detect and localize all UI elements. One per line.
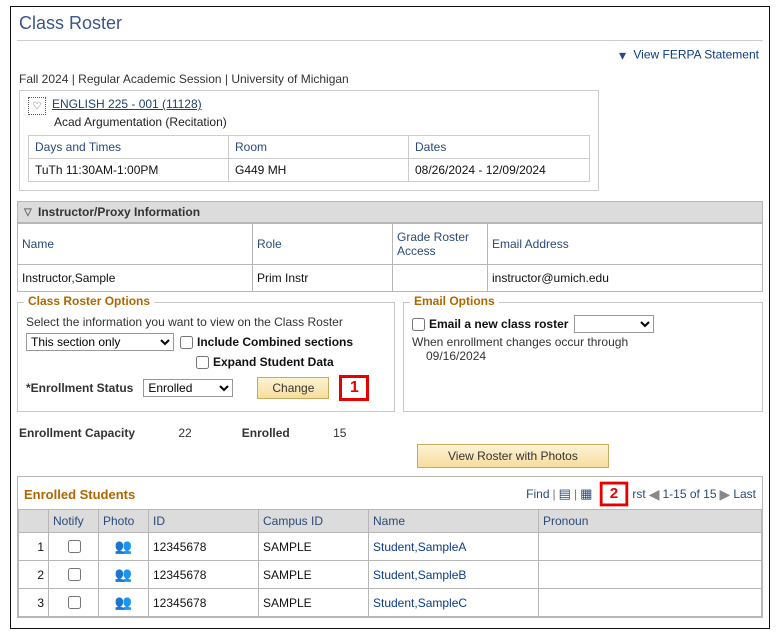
page-title: Class Roster — [17, 11, 763, 41]
dates-value: 08/26/2024 - 12/09/2024 — [409, 159, 590, 182]
ferpa-tag-icon: ▾ — [619, 47, 626, 64]
instructor-section-title: Instructor/Proxy Information — [38, 205, 200, 219]
col-campus-header: Campus ID — [259, 510, 369, 533]
email-options: Email Options Email a new class roster W… — [403, 302, 763, 412]
view-ferpa-link[interactable]: View FERPA Statement — [633, 48, 759, 62]
instructor-table: Name Role Grade Roster Access Email Addr… — [17, 223, 763, 292]
email-legend: Email Options — [410, 294, 499, 308]
email-new-roster-label: Email a new class roster — [429, 317, 568, 331]
email-new-roster-input[interactable] — [412, 318, 425, 331]
next-arrow-icon[interactable]: ▶ — [720, 486, 731, 503]
prev-arrow-icon[interactable]: ◀ — [649, 486, 660, 503]
email-new-roster-checkbox[interactable]: Email a new class roster — [412, 317, 568, 331]
favorite-icon[interactable]: ♡ — [28, 97, 46, 115]
view-roster-photos-button[interactable]: View Roster with Photos — [417, 444, 609, 468]
export-icon[interactable]: ▦ — [580, 486, 592, 502]
capacity-label: Enrollment Capacity — [19, 426, 135, 440]
table-row: 2 👥 12345678SAMPLE Student,SampleB — [19, 561, 762, 589]
instr-email: instructor@umich.edu — [488, 265, 763, 292]
notify-checkbox[interactable] — [68, 540, 81, 553]
days-value: TuTh 11:30AM-1:00PM — [29, 159, 229, 182]
session-line: Fall 2024 | Regular Academic Session | U… — [19, 72, 761, 86]
enrolled-label: Enrolled — [242, 426, 290, 440]
campus-id: SAMPLE — [259, 533, 369, 561]
student-name-link[interactable]: Student,SampleC — [373, 596, 467, 610]
student-id: 12345678 — [149, 561, 259, 589]
course-subtitle: Acad Argumentation (Recitation) — [54, 115, 590, 129]
row-index: 2 — [19, 561, 49, 589]
student-name-link[interactable]: Student,SampleB — [373, 568, 466, 582]
collapse-icon[interactable]: ▽ — [24, 207, 34, 217]
course-link[interactable]: ENGLISH 225 - 001 (11128) — [52, 97, 202, 111]
col-photo-header: Photo — [99, 510, 149, 533]
separator-2: | — [574, 487, 577, 501]
include-combined-input[interactable] — [180, 336, 193, 349]
student-id: 12345678 — [149, 589, 259, 617]
notify-checkbox[interactable] — [68, 596, 81, 609]
instr-access — [393, 265, 488, 292]
expand-student-data-input[interactable] — [196, 356, 209, 369]
enrollment-status-select[interactable]: Enrolled — [143, 379, 233, 397]
room-value: G449 MH — [229, 159, 409, 182]
callout-1: 1 — [339, 375, 369, 401]
notify-checkbox[interactable] — [68, 568, 81, 581]
enrollment-status-label: *Enrollment Status — [26, 381, 133, 395]
grid-icon[interactable]: ▤ — [559, 486, 571, 502]
col-dates-header: Dates — [409, 136, 590, 159]
first-fragment[interactable]: rst — [632, 487, 645, 501]
class-roster-options: Class Roster Options Select the informat… — [17, 302, 395, 412]
range-text: 1-15 of 15 — [662, 487, 716, 501]
email-note-1: When enrollment changes occur through — [412, 335, 754, 349]
options-desc: Select the information you want to view … — [26, 315, 386, 329]
enrolled-students-box: Enrolled Students Find | ▤ | ▦ 2 rst ◀ 1… — [17, 476, 763, 618]
campus-id: SAMPLE — [259, 561, 369, 589]
expand-student-data-checkbox[interactable]: Expand Student Data — [196, 355, 334, 369]
instr-name-header: Name — [18, 224, 253, 265]
instr-role-header: Role — [253, 224, 393, 265]
include-combined-checkbox[interactable]: Include Combined sections — [180, 335, 353, 349]
course-box: ♡ ENGLISH 225 - 001 (11128) Acad Argumen… — [19, 90, 599, 191]
instr-email-header: Email Address — [488, 224, 763, 265]
instr-name: Instructor,Sample — [18, 265, 253, 292]
students-table: Notify Photo ID Campus ID Name Pronoun 1… — [18, 509, 762, 617]
instr-role: Prim Instr — [253, 265, 393, 292]
last-link[interactable]: Last — [733, 487, 756, 501]
change-button[interactable]: Change — [257, 377, 329, 399]
pronoun — [539, 533, 762, 561]
col-notify-header: Notify — [49, 510, 99, 533]
student-id: 12345678 — [149, 533, 259, 561]
enrolled-students-title: Enrolled Students — [24, 487, 135, 502]
options-legend: Class Roster Options — [24, 294, 154, 308]
instructor-section-header: ▽ Instructor/Proxy Information — [17, 201, 763, 223]
student-name-link[interactable]: Student,SampleA — [373, 540, 466, 554]
col-index-header — [19, 510, 49, 533]
col-name-header: Name — [369, 510, 539, 533]
table-row: 3 👥 12345678SAMPLE Student,SampleC — [19, 589, 762, 617]
expand-student-data-label: Expand Student Data — [213, 355, 334, 369]
col-pronoun-header: Pronoun — [539, 510, 762, 533]
campus-id: SAMPLE — [259, 589, 369, 617]
separator: | — [553, 487, 556, 501]
email-note-2: 09/16/2024 — [426, 349, 754, 363]
capacity-value: 22 — [178, 426, 191, 440]
row-index: 1 — [19, 533, 49, 561]
instr-gra-header: Grade Roster Access — [393, 224, 488, 265]
table-row: 1 👥 12345678SAMPLE Student,SampleA — [19, 533, 762, 561]
photo-icon[interactable]: 👥 — [115, 566, 132, 582]
pronoun — [539, 589, 762, 617]
photo-icon[interactable]: 👥 — [115, 538, 132, 554]
section-select[interactable]: This section only — [26, 333, 174, 351]
find-link[interactable]: Find — [526, 487, 549, 501]
col-room-header: Room — [229, 136, 409, 159]
schedule-table: Days and Times Room Dates TuTh 11:30AM-1… — [28, 135, 590, 182]
photo-icon[interactable]: 👥 — [115, 594, 132, 610]
callout-2: 2 — [600, 482, 629, 507]
pronoun — [539, 561, 762, 589]
enrolled-value: 15 — [333, 426, 346, 440]
email-options-select[interactable] — [574, 315, 654, 333]
include-combined-label: Include Combined sections — [197, 335, 353, 349]
row-index: 3 — [19, 589, 49, 617]
col-days-header: Days and Times — [29, 136, 229, 159]
col-id-header: ID — [149, 510, 259, 533]
